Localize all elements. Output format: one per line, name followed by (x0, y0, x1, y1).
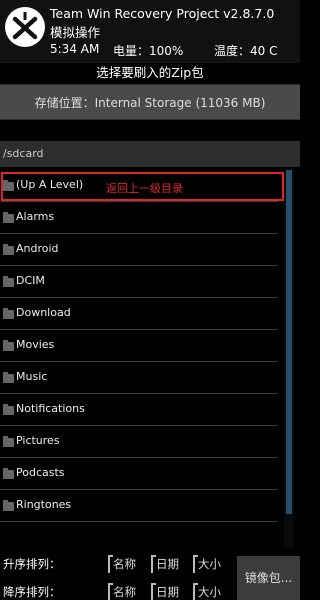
app-title: Team Win Recovery Project v2.8.7.0 (50, 6, 275, 21)
folder-icon (3, 404, 14, 415)
list-item[interactable]: Music (0, 362, 278, 394)
list-item[interactable]: Movies (0, 330, 278, 362)
list-item-label: Notifications (16, 402, 85, 415)
storage-select-button[interactable]: 存储位置：Internal Storage (11036 MB) (0, 84, 300, 120)
current-path: /sdcard (0, 141, 300, 167)
folder-icon (3, 340, 14, 351)
folder-icon (3, 372, 14, 383)
folder-icon (3, 276, 14, 287)
sort-button-label: 日期 (156, 585, 179, 599)
folder-icon (3, 244, 14, 255)
sort-ascending-label: 升序排列： (3, 557, 61, 571)
sort-desc-size-button[interactable]: 大小 (193, 581, 221, 600)
list-item-label: Android (16, 242, 59, 255)
list-item[interactable]: Podcasts (0, 458, 278, 490)
list-item-label: Alarms (16, 210, 55, 223)
list-item-label: Pictures (16, 434, 60, 447)
list-item-label: Movies (16, 338, 55, 351)
list-item-label: Podcasts (16, 466, 65, 479)
list-item-label: Music (16, 370, 48, 383)
status-temperature: 温度：40 C (214, 44, 278, 58)
sort-asc-size-button[interactable]: 大小 (193, 553, 221, 575)
sort-descending-label: 降序排列： (3, 585, 61, 599)
image-package-button[interactable]: 镜像包... (237, 556, 300, 600)
list-item[interactable]: Pictures (0, 426, 278, 458)
folder-icon (3, 500, 14, 511)
list-item[interactable]: Ringtones (0, 490, 278, 522)
list-item[interactable]: DCIM (0, 266, 278, 298)
list-item-label: Download (16, 306, 71, 319)
folder-icon (3, 436, 14, 447)
sort-desc-date-button[interactable]: 日期 (151, 581, 179, 600)
app-subtitle: 模拟操作 (50, 25, 101, 40)
folder-icon (3, 308, 14, 319)
folder-icon (3, 468, 14, 479)
list-item[interactable]: Alarms (0, 202, 278, 234)
sort-asc-name-button[interactable]: 名称 (108, 553, 136, 575)
sort-desc-name-button[interactable]: 名称 (108, 581, 136, 600)
sort-asc-date-button[interactable]: 日期 (151, 553, 179, 575)
sort-button-label: 日期 (156, 557, 179, 571)
header-bar: Team Win Recovery Project v2.8.7.0 模拟操作 … (0, 0, 300, 63)
list-item[interactable]: Notifications (0, 394, 278, 426)
list-item[interactable]: Android (0, 234, 278, 266)
folder-icon (3, 212, 14, 223)
sort-button-label: 名称 (113, 585, 136, 599)
sort-button-label: 名称 (113, 557, 136, 571)
annotation-text: 返回上一级目录 (106, 182, 183, 195)
twrp-logo-icon (5, 7, 45, 47)
list-item[interactable]: Download (0, 298, 278, 330)
scrollbar-thumb[interactable] (286, 170, 292, 514)
file-list: (Up A Level) Alarms Android DCIM Downloa… (0, 170, 278, 548)
sort-button-label: 大小 (198, 585, 221, 599)
list-item-label: DCIM (16, 274, 45, 287)
sort-button-label: 大小 (198, 557, 221, 571)
status-battery: 电量：100% (113, 44, 184, 58)
status-time: 5:34 AM (50, 42, 100, 56)
instruction-text: 选择要刷入的Zip包 (0, 63, 300, 83)
list-item-label: Ringtones (16, 498, 72, 511)
